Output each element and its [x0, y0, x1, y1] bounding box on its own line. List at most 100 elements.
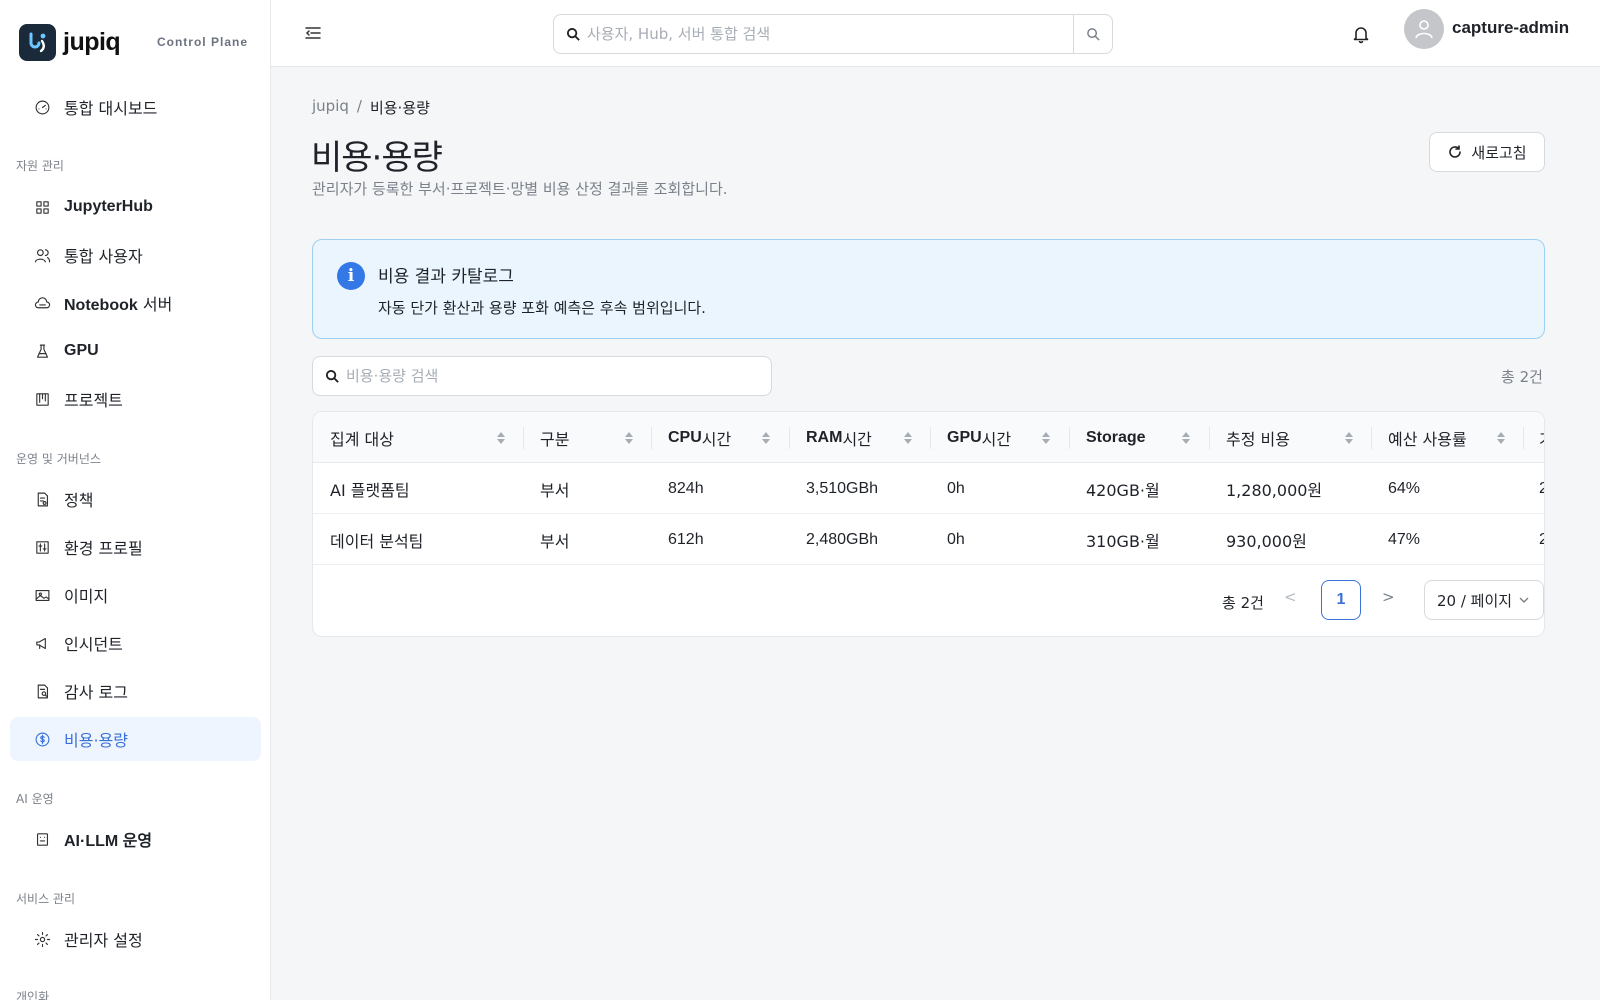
search-icon [1086, 27, 1100, 41]
breadcrumb-separator: / [356, 97, 362, 115]
table-search[interactable] [312, 356, 772, 396]
breadcrumb: jupiq / 비용·용량 [312, 97, 430, 118]
cell-budget: 47% [1388, 530, 1421, 548]
gauge-icon [33, 98, 51, 116]
megaphone-icon [33, 634, 51, 652]
collapse-sidebar-icon[interactable] [304, 24, 322, 42]
global-search[interactable] [553, 14, 1113, 54]
sidebar-item-env-profile[interactable]: 환경 프로필 [10, 525, 261, 569]
table-header: 집계 대상 구분 CPU 시간 RAM 시간 GPU 시간 Storage 추정… [313, 412, 1544, 463]
sort-icon[interactable] [1496, 430, 1506, 446]
cell-cpu: 824h [668, 479, 704, 497]
sidebar-item-cost-capacity[interactable]: 비용·용량 [10, 717, 261, 761]
column-header-cpu[interactable]: CPU 시간 [668, 412, 731, 463]
column-header-budget[interactable]: 예산 사용률 [1388, 412, 1467, 463]
sidebar-item-ai-llm[interactable]: AI·LLM 운영 [10, 817, 261, 861]
sidebar-item-dashboard[interactable]: 통합 대시보드 [10, 85, 261, 129]
sidebar-item-jupyterhub[interactable]: JupyterHub [10, 185, 261, 229]
board-icon [33, 390, 51, 408]
sidebar-item-label: AI·LLM 운영 [64, 833, 153, 850]
sidebar-item-label: 감사 로그 [64, 683, 128, 702]
pagination-prev-button[interactable]: < [1284, 588, 1297, 606]
cell-truncated: 2 [1539, 463, 1544, 514]
sidebar-item-policy[interactable]: 정책 [10, 477, 261, 521]
username[interactable]: capture-admin [1452, 18, 1569, 38]
sort-icon[interactable] [903, 430, 913, 446]
column-divider [651, 427, 652, 449]
section-label-ops: 운영 및 거버넌스 [16, 452, 101, 466]
sidebar-item-label: 프로젝트 [64, 391, 123, 410]
table-row[interactable]: AI 플랫폼팀 부서 824h 3,510GBh 0h 420GB·월 1,28… [313, 463, 1544, 514]
header-label: 예산 사용률 [1388, 429, 1467, 449]
header-label: 구분 [540, 429, 570, 449]
grid-icon [33, 198, 51, 216]
sidebar-item-label: 정책 [64, 491, 94, 510]
section-label-personal: 개인화 [16, 990, 50, 1000]
refresh-button[interactable]: 새로고침 [1429, 132, 1545, 172]
column-header-ram[interactable]: RAM 시간 [806, 412, 872, 463]
sort-icon[interactable] [496, 430, 506, 446]
sort-icon[interactable] [1344, 430, 1354, 446]
brand-name: jupiq [63, 27, 121, 56]
image-icon [33, 586, 51, 604]
sort-icon[interactable] [1041, 430, 1051, 446]
section-label-service: 서비스 관리 [16, 892, 76, 906]
sidebar-item-projects[interactable]: 프로젝트 [10, 377, 261, 421]
cell-gpu: 0h [947, 479, 965, 497]
sidebar-item-images[interactable]: 이미지 [10, 573, 261, 617]
search-icon [325, 369, 339, 383]
column-header-truncated[interactable]: 기 [1539, 412, 1544, 463]
sidebar-item-label: 통합 사용자 [64, 247, 143, 266]
sidebar-item-gpu[interactable]: GPU [10, 329, 261, 373]
cell-cost: 930,000원 [1226, 531, 1307, 551]
sliders-icon [33, 538, 51, 556]
robot-icon [33, 830, 51, 848]
column-divider [523, 427, 524, 449]
brand[interactable]: jupiq Control Plane [0, 0, 270, 84]
global-search-input[interactable] [581, 15, 1073, 53]
sidebar-item-label: 관리자 설정 [64, 931, 143, 950]
sort-icon[interactable] [761, 430, 771, 446]
column-header-target[interactable]: 집계 대상 [330, 412, 394, 463]
section-label-resources: 자원 관리 [16, 159, 64, 173]
sidebar-item-admin-settings[interactable]: 관리자 설정 [10, 917, 261, 961]
info-icon: i [337, 262, 365, 290]
sidebar-item-audit-log[interactable]: 감사 로그 [10, 669, 261, 713]
notebook-label-rest: 서버 [137, 295, 173, 314]
pagination-next-button[interactable]: > [1382, 588, 1395, 606]
table-row[interactable]: 데이터 분석팀 부서 612h 2,480GBh 0h 310GB·월 930,… [313, 514, 1544, 565]
bell-icon[interactable] [1351, 24, 1371, 44]
column-header-category[interactable]: 구분 [540, 412, 569, 463]
header-label: 시간 [842, 429, 872, 449]
gear-icon [33, 930, 51, 948]
breadcrumb-root[interactable]: jupiq [312, 97, 349, 118]
cell-cost: 1,280,000원 [1226, 480, 1323, 500]
table-search-input[interactable] [340, 367, 771, 385]
header-label: 집계 대상 [330, 429, 394, 449]
sidebar-item-label: Notebook 서버 [64, 291, 172, 315]
sidebar-item-users[interactable]: 통합 사용자 [10, 233, 261, 277]
breadcrumb-current: 비용·용량 [369, 99, 430, 117]
sort-icon[interactable] [1181, 430, 1191, 446]
users-icon [33, 246, 51, 264]
cell-ram: 3,510GBh [806, 479, 879, 497]
brand-subtitle: Control Plane [156, 35, 248, 49]
sort-icon[interactable] [624, 430, 634, 446]
column-header-cost[interactable]: 추정 비용 [1226, 412, 1290, 463]
sidebar-item-notebook[interactable]: Notebook 서버 [10, 281, 261, 325]
column-header-storage[interactable]: Storage [1086, 412, 1146, 463]
global-search-button[interactable] [1073, 15, 1112, 53]
column-header-gpu[interactable]: GPU 시간 [947, 412, 1011, 463]
top-header: capture-admin [271, 0, 1600, 67]
info-alert: i 비용 결과 카탈로그 자동 단가 환산과 용량 포화 예측은 후속 범위입니… [312, 239, 1545, 339]
header-label-bold: Storage [1086, 428, 1146, 446]
sidebar-item-label: 비용·용량 [64, 731, 128, 750]
sidebar-item-incidents[interactable]: 인시던트 [10, 621, 261, 665]
sidebar-item-label: 환경 프로필 [64, 539, 143, 558]
pagination-page-1[interactable]: 1 [1321, 580, 1361, 620]
cell-category: 부서 [540, 480, 570, 500]
total-count: 총 2건 [1501, 368, 1543, 386]
page-size-select[interactable]: 20 / 페이지 [1424, 580, 1544, 620]
avatar[interactable] [1404, 9, 1444, 49]
header-label: 기 [1539, 426, 1544, 450]
